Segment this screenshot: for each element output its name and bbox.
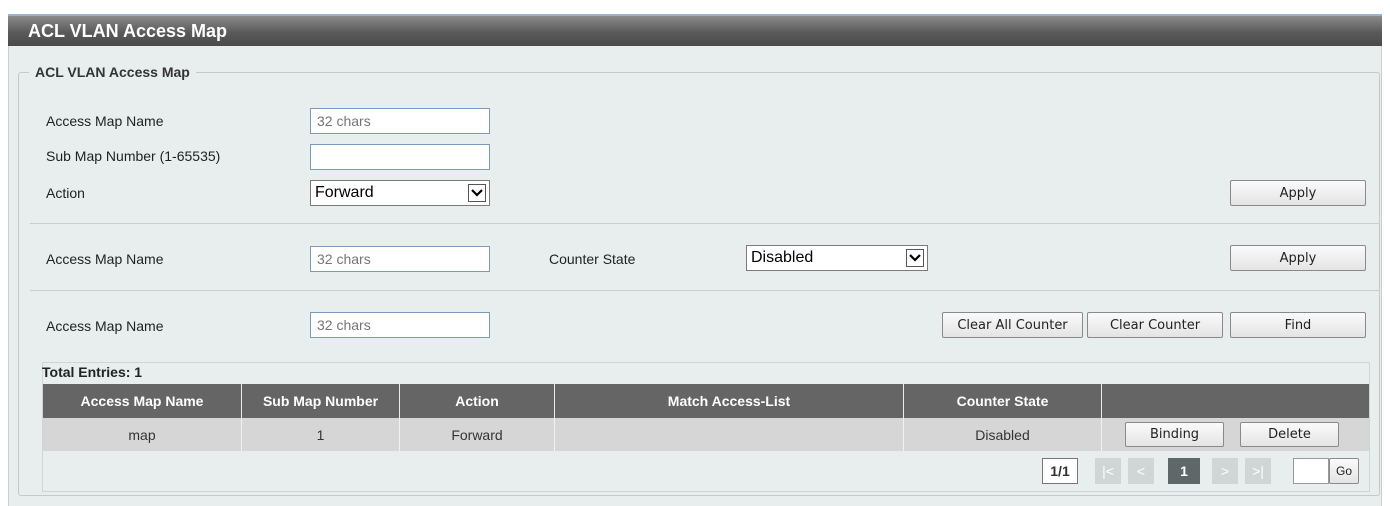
access-map-name-label-2: Access Map Name xyxy=(46,251,164,267)
last-page-button[interactable]: >| xyxy=(1245,458,1271,484)
page-title-bar: ACL VLAN Access Map xyxy=(8,14,1382,46)
go-page-input[interactable] xyxy=(1293,458,1329,484)
sub-map-number-label: Sub Map Number (1-65535) xyxy=(46,148,221,164)
divider xyxy=(30,223,1380,224)
clear-counter-button[interactable]: Clear Counter xyxy=(1087,312,1223,338)
column-header-counter-state: Counter State xyxy=(904,384,1102,418)
table-header: Access Map Name Sub Map Number Action Ma… xyxy=(43,384,1369,418)
column-header-match-access-list: Match Access-List xyxy=(555,384,904,418)
apply-button-2[interactable]: Apply xyxy=(1230,245,1366,271)
chevron-down-icon xyxy=(906,249,924,267)
access-map-name-input-3[interactable] xyxy=(310,312,490,338)
counter-state-label: Counter State xyxy=(549,251,636,267)
total-entries: Total Entries: 1 xyxy=(42,364,143,380)
find-button[interactable]: Find xyxy=(1230,312,1366,338)
page-title: ACL VLAN Access Map xyxy=(28,21,228,41)
table-row: map 1 Forward Disabled Binding Delete xyxy=(43,418,1369,451)
action-label: Action xyxy=(46,185,85,201)
chevron-down-icon xyxy=(468,184,486,202)
cell-access-map-name: map xyxy=(43,418,242,451)
sub-map-number-input[interactable] xyxy=(310,144,490,170)
column-header-actions xyxy=(1102,384,1369,418)
prev-page-button[interactable]: < xyxy=(1128,458,1154,484)
cell-match-access-list xyxy=(555,418,904,451)
cell-row-actions: Binding Delete xyxy=(1102,418,1369,451)
column-header-sub-map-number: Sub Map Number xyxy=(242,384,400,418)
delete-button[interactable]: Delete xyxy=(1240,422,1339,447)
next-page-button[interactable]: > xyxy=(1212,458,1238,484)
go-button[interactable]: Go xyxy=(1329,458,1359,484)
access-map-name-label-1: Access Map Name xyxy=(46,113,164,129)
divider xyxy=(30,290,1380,291)
counter-state-select-value: Disabled xyxy=(751,249,814,266)
action-select[interactable]: Forward xyxy=(310,180,490,206)
counter-state-select[interactable]: Disabled xyxy=(746,245,928,271)
cell-counter-state: Disabled xyxy=(904,418,1102,451)
column-header-action: Action xyxy=(400,384,555,418)
access-map-name-input-2[interactable] xyxy=(310,246,490,272)
current-page-button[interactable]: 1 xyxy=(1168,458,1200,484)
first-page-button[interactable]: |< xyxy=(1095,458,1121,484)
action-select-value: Forward xyxy=(315,184,374,201)
group-legend: ACL VLAN Access Map xyxy=(35,64,190,80)
access-map-name-label-3: Access Map Name xyxy=(46,318,164,334)
access-map-name-input-1[interactable] xyxy=(310,108,490,134)
clear-all-counter-button[interactable]: Clear All Counter xyxy=(942,312,1083,338)
apply-button-1[interactable]: Apply xyxy=(1230,180,1366,206)
column-header-access-map-name: Access Map Name xyxy=(43,384,242,418)
binding-button[interactable]: Binding xyxy=(1125,422,1224,447)
cell-action: Forward xyxy=(400,418,555,451)
cell-sub-map-number: 1 xyxy=(242,418,400,451)
page-info: 1/1 xyxy=(1042,458,1078,484)
